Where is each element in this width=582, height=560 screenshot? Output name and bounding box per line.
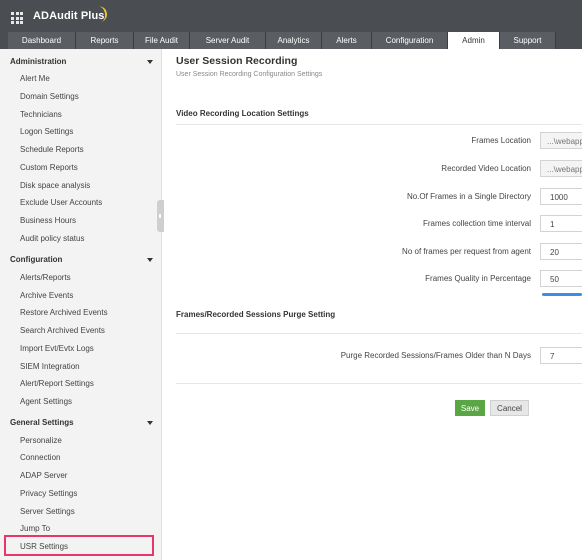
frames-per-directory-label: No.Of Frames in a Single Directory <box>406 192 531 201</box>
sidebar-section-general-settings[interactable]: General Settings <box>0 414 162 432</box>
sidebar-item-logon-settings[interactable]: Logon Settings <box>20 127 73 136</box>
sidebar-item-agent-settings[interactable]: Agent Settings <box>20 397 72 406</box>
section-divider <box>176 333 582 334</box>
recorded-video-location-label: Recorded Video Location <box>441 164 531 173</box>
save-button[interactable]: Save <box>455 400 485 416</box>
sidebar-collapse-handle[interactable] <box>157 200 164 232</box>
tab-support[interactable]: Support <box>500 32 556 49</box>
sidebar-item-search-archived-events[interactable]: Search Archived Events <box>20 326 105 335</box>
quality-slider[interactable] <box>542 293 582 296</box>
chevron-down-icon[interactable] <box>147 258 153 262</box>
sidebar-item-personalize[interactable]: Personalize <box>20 436 62 445</box>
purge-days-label: Purge Recorded Sessions/Frames Older tha… <box>340 351 531 360</box>
purge-section-title: Frames/Recorded Sessions Purge Setting <box>176 310 336 319</box>
sidebar-item-jump-to[interactable]: Jump To <box>20 524 50 533</box>
frames-location-label: Frames Location <box>471 136 531 145</box>
sidebar <box>0 49 162 560</box>
section-divider <box>176 124 582 125</box>
sidebar-item-alert-me[interactable]: Alert Me <box>20 74 50 83</box>
frames-location-field[interactable]: ...\webapp <box>540 132 582 149</box>
frames-quality-label: Frames Quality in Percentage <box>425 274 531 283</box>
frames-per-directory-field[interactable]: 1000 <box>540 188 582 205</box>
tab-file-audit[interactable]: File Audit <box>134 32 190 49</box>
sidebar-item-technicians[interactable]: Technicians <box>20 110 62 119</box>
frames-per-request-label: No of frames per request from agent <box>402 247 531 256</box>
tab-alerts[interactable]: Alerts <box>322 32 372 49</box>
usr-settings-highlight-box <box>4 535 154 556</box>
cancel-button[interactable]: Cancel <box>490 400 529 416</box>
tab-analytics[interactable]: Analytics <box>266 32 322 49</box>
sidebar-section-title: Configuration <box>10 255 63 264</box>
sidebar-section-configuration[interactable]: Configuration <box>0 251 162 269</box>
sidebar-item-custom-reports[interactable]: Custom Reports <box>20 163 78 172</box>
form-footer-divider <box>176 383 582 384</box>
sidebar-item-domain-settings[interactable]: Domain Settings <box>20 92 79 101</box>
chevron-down-icon[interactable] <box>147 421 153 425</box>
tab-admin[interactable]: Admin <box>448 32 500 49</box>
recorded-video-location-field[interactable]: ...\webapp <box>540 160 582 177</box>
sidebar-item-disk-space-analysis[interactable]: Disk space analysis <box>20 181 90 190</box>
sidebar-item-adap-server[interactable]: ADAP Server <box>20 471 67 480</box>
tab-server-audit[interactable]: Server Audit <box>190 32 266 49</box>
sidebar-item-archive-events[interactable]: Archive Events <box>20 291 73 300</box>
sidebar-item-alert-report-settings[interactable]: Alert/Report Settings <box>20 379 94 388</box>
sidebar-item-business-hours[interactable]: Business Hours <box>20 216 76 225</box>
tab-reports[interactable]: Reports <box>76 32 134 49</box>
sidebar-section-administration[interactable]: Administration <box>0 53 162 71</box>
page-title: User Session Recording <box>176 55 298 67</box>
main-tab-bar: Dashboard Reports File Audit Server Audi… <box>0 32 582 49</box>
top-bar: ADAudit Plus <box>0 0 582 32</box>
frames-interval-label: Frames collection time interval <box>422 219 531 228</box>
frames-quality-field[interactable]: 50 <box>540 270 582 287</box>
tab-configuration[interactable]: Configuration <box>372 32 448 49</box>
sidebar-section-title: Administration <box>10 57 67 66</box>
sidebar-item-audit-policy-status[interactable]: Audit policy status <box>20 234 84 243</box>
frames-interval-field[interactable]: 1 <box>540 215 582 232</box>
purge-days-field[interactable]: 7 <box>540 347 582 364</box>
sidebar-item-siem-integration[interactable]: SIEM Integration <box>20 362 80 371</box>
sidebar-item-server-settings[interactable]: Server Settings <box>20 507 75 516</box>
breadcrumb: User Session Recording Configuration Set… <box>176 71 323 78</box>
sidebar-item-privacy-settings[interactable]: Privacy Settings <box>20 489 77 498</box>
sidebar-section-title: General Settings <box>10 418 74 427</box>
apps-grid-icon[interactable] <box>11 12 23 24</box>
chevron-down-icon[interactable] <box>147 60 153 64</box>
sidebar-item-connection[interactable]: Connection <box>20 453 60 462</box>
video-section-title: Video Recording Location Settings <box>176 109 309 118</box>
tab-dashboard[interactable]: Dashboard <box>8 32 76 49</box>
sidebar-item-restore-archived-events[interactable]: Restore Archived Events <box>20 308 108 317</box>
sidebar-item-import-evt-logs[interactable]: Import Evt/Evtx Logs <box>20 344 94 353</box>
logo-swoosh-icon <box>93 5 109 23</box>
sidebar-item-schedule-reports[interactable]: Schedule Reports <box>20 145 84 154</box>
sidebar-item-alerts-reports[interactable]: Alerts/Reports <box>20 273 71 282</box>
frames-per-request-field[interactable]: 20 <box>540 243 582 260</box>
sidebar-item-exclude-user-accounts[interactable]: Exclude User Accounts <box>20 198 102 207</box>
